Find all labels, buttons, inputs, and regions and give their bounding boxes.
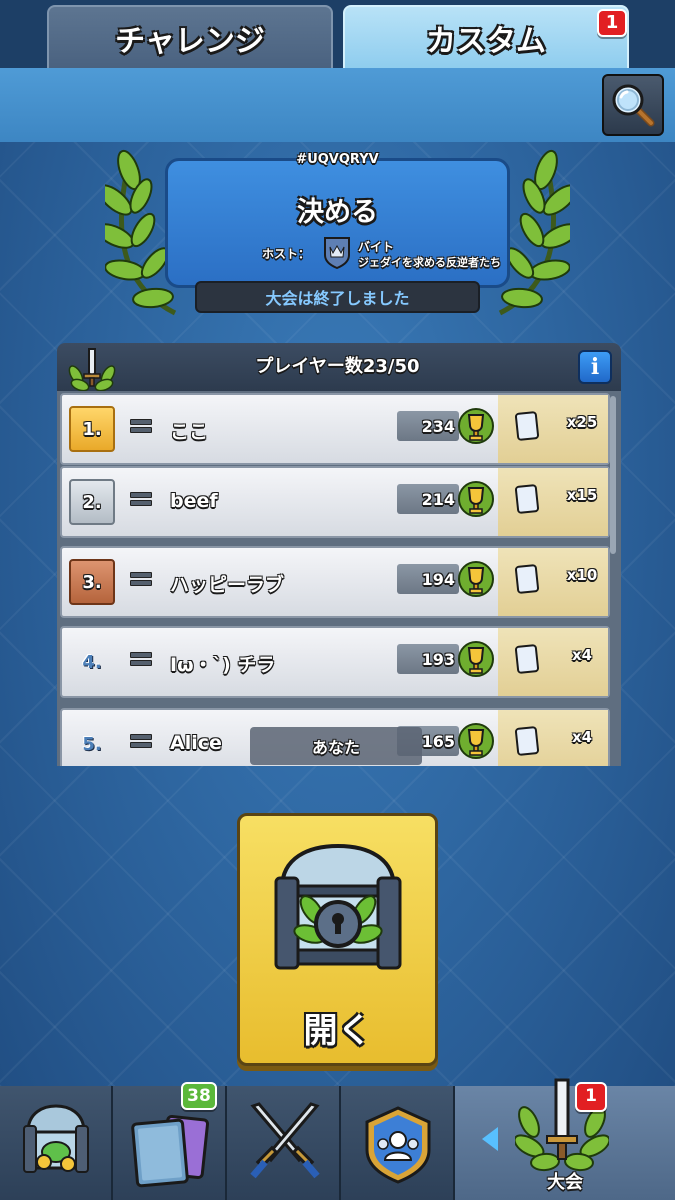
trophy-icon — [458, 723, 494, 759]
clan-shield-icon — [365, 1106, 431, 1184]
treasure-chest-icon — [23, 1104, 89, 1173]
trophy-icon — [458, 481, 494, 517]
search-button[interactable] — [602, 74, 664, 136]
list-scrollbar[interactable] — [610, 396, 616, 554]
crossed-swords-icon — [250, 1102, 320, 1179]
list-handle-icon — [130, 734, 152, 750]
player-row-2[interactable]: 2. beef 214 x15 — [60, 466, 610, 538]
tab-challenge[interactable]: チャレンジ — [47, 5, 333, 68]
host-name: バイト — [358, 240, 395, 254]
cards-badge: 38 — [181, 1082, 217, 1110]
player-score: 194 — [397, 564, 459, 594]
trophy-icon — [458, 561, 494, 597]
player-name: ここ — [170, 421, 209, 443]
trophy-icon — [458, 408, 494, 444]
nav-tab-battle[interactable] — [227, 1086, 341, 1200]
nav-tab-cards[interactable]: 38 — [113, 1082, 227, 1200]
player-name: Alice — [170, 732, 222, 754]
nav-tournament-label: 大会 — [547, 1172, 583, 1193]
player-name: beef — [170, 490, 218, 512]
card-reward-icon — [515, 484, 539, 514]
nav-tab-clan[interactable] — [341, 1086, 455, 1200]
tab-custom-label: カスタム — [426, 23, 546, 59]
host-label: ホスト： — [262, 247, 311, 261]
list-handle-icon — [130, 652, 152, 668]
host-clan-name: ジェダイを求める反逆者たち — [358, 256, 501, 269]
tournament-badge: 1 — [575, 1082, 607, 1112]
trophy-icon — [458, 641, 494, 677]
search-icon — [612, 84, 655, 127]
top-tab-bar: チャレンジ カスタム 1 — [0, 0, 675, 68]
reward-count: x15 — [566, 486, 598, 504]
rank-badge-gold: 1. — [69, 406, 115, 452]
list-handle-icon — [130, 492, 152, 508]
nav-tab-shop[interactable] — [0, 1086, 113, 1200]
card-reward-icon — [515, 644, 539, 674]
tournament-chest-icon — [274, 843, 402, 970]
rank-number: 4. — [82, 651, 102, 673]
player-list[interactable]: 1. ここ 234 x25 2. beef 214 x15 3. ハッピーラブ … — [57, 391, 621, 766]
player-name: ハッピーラブ — [170, 574, 285, 596]
tab-custom[interactable]: カスタム 1 — [343, 5, 629, 68]
tab-challenge-label: チャレンジ — [115, 23, 265, 59]
player-row-4[interactable]: 4. Iω・`) チラ 193 x4 — [60, 626, 610, 698]
tab-custom-badge: 1 — [597, 9, 627, 37]
player-name: Iω・`) チラ — [170, 654, 276, 676]
card-deck-icon — [131, 1114, 210, 1188]
clan-badge-icon — [324, 237, 350, 269]
reward-count: x25 — [566, 413, 598, 431]
reward-count: x4 — [571, 728, 593, 746]
you-indicator: あなた — [250, 727, 422, 765]
card-reward-icon — [515, 564, 539, 594]
player-row-1[interactable]: 1. ここ 234 x25 — [60, 393, 610, 465]
info-button[interactable]: i — [578, 350, 612, 384]
tournament-tag: #UQVQRYV — [296, 152, 379, 167]
player-row-3[interactable]: 3. ハッピーラブ 194 x10 — [60, 546, 610, 618]
rank-badge-silver: 2. — [69, 479, 115, 525]
tournament-status: 大会は終了しました — [195, 281, 480, 313]
list-handle-icon — [130, 572, 152, 588]
player-score: 193 — [397, 644, 459, 674]
card-reward-icon — [515, 411, 539, 441]
reward-count: x4 — [571, 646, 593, 664]
open-chest-label: 開く — [303, 1011, 372, 1051]
player-count: プレイヤー数23/50 — [255, 356, 420, 377]
reward-count: x10 — [566, 566, 598, 584]
player-score: 214 — [397, 484, 459, 514]
rank-badge-bronze: 3. — [69, 559, 115, 605]
rank-number: 5. — [82, 733, 102, 755]
nav-arrow-left-icon[interactable] — [482, 1127, 498, 1151]
card-reward-icon — [515, 726, 539, 756]
search-strip — [0, 68, 675, 142]
tournament-title: 決める — [297, 197, 378, 228]
list-handle-icon — [130, 419, 152, 435]
player-score: 234 — [397, 411, 459, 441]
